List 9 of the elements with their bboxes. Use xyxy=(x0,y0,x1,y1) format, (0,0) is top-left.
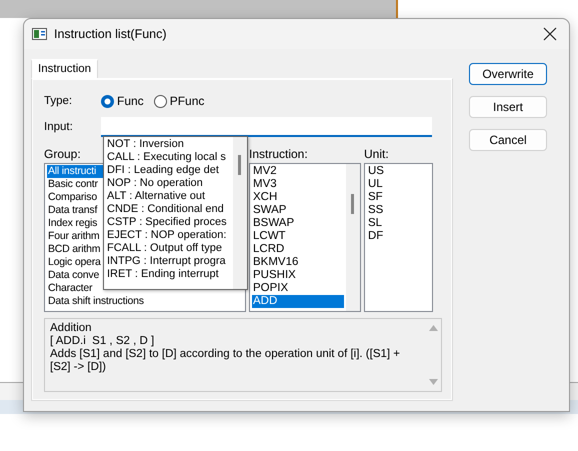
list-label: Instruction: xyxy=(249,147,308,161)
field-label: Input: xyxy=(44,121,74,133)
field-label: Type: xyxy=(44,95,74,107)
list-label: Unit: xyxy=(364,147,389,161)
list-label: Group: xyxy=(44,147,81,161)
window-title: Instruction list(Func) xyxy=(54,27,168,41)
description-text: Addition xyxy=(50,322,93,335)
description-text: Adds [S1] and [S2] to [D] according to the operation unit of [i]. ([S1] + [S2] -> [D]) xyxy=(50,348,401,374)
description-text: [ ADD.i S1 , S2 , D ] xyxy=(50,335,156,348)
